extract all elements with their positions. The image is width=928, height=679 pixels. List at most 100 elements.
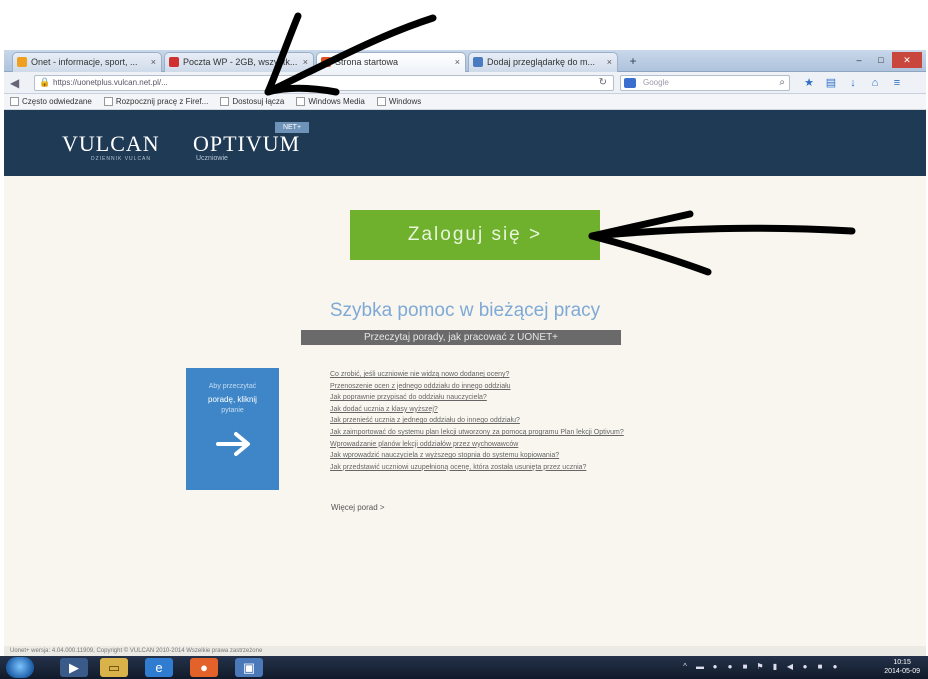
onet-favicon-icon <box>17 57 27 67</box>
minimize-icon[interactable]: – <box>848 52 870 68</box>
tray-flag-icon[interactable]: ⚑ <box>755 661 765 673</box>
firefox-favicon-icon <box>321 57 331 67</box>
maximize-icon[interactable]: □ <box>870 52 892 68</box>
help-link[interactable]: Jak zaimportować do systemu plan lekcji … <box>330 427 624 439</box>
lock-icon: 🔒 <box>39 77 51 87</box>
window-app-icon[interactable]: ▣ <box>235 658 263 677</box>
close-tab-icon[interactable]: × <box>303 53 308 71</box>
tray-app-icon[interactable]: ■ <box>740 661 750 673</box>
tray-app-icon[interactable]: ● <box>725 661 735 673</box>
optivum-badge: NET+ <box>275 122 309 133</box>
internet-explorer-icon[interactable]: e <box>145 658 173 677</box>
bookmark-label: Windows Media <box>308 96 365 106</box>
window-controls: – □ ✕ <box>848 52 922 68</box>
bookmark-label: Często odwiedzane <box>22 96 92 106</box>
tray-volume-icon[interactable]: ◀ <box>785 661 795 673</box>
tab-onet[interactable]: Onet - informacje, sport, ... × <box>12 52 162 72</box>
search-icon[interactable]: ⌕ <box>779 77 785 88</box>
vulcan-logo[interactable]: VULCAN <box>62 131 160 157</box>
help-link[interactable]: Jak przenieść ucznia z jednego oddziału … <box>330 415 624 427</box>
browser-nav-bar: ◀ 🔒 https://uonetplus.vulcan.net.pl/... … <box>4 72 926 94</box>
vulcan-logo-subtitle: DZIENNIK VULCAN <box>91 156 152 162</box>
windows-taskbar: ▶ ▭ e ● ▣ ^ ▬ ● ● ■ ⚑ ▮ ◀ ● ■ ● 10:15 20… <box>0 656 928 679</box>
bookmark-star-icon[interactable]: ★ <box>802 75 816 91</box>
bookmark-label: Rozpocznij pracę z Firef... <box>115 96 209 106</box>
back-arrow-icon[interactable]: ◀ <box>10 75 26 91</box>
bookmark-item[interactable]: Dostosuj łącza <box>220 94 284 109</box>
bookmark-icon <box>296 97 306 106</box>
tab-label: Onet - informacje, sport, ... <box>31 57 138 67</box>
page-footer: Uonet+ wersja: 4.04.000.11909, Copyright… <box>4 646 926 656</box>
tray-network-icon[interactable]: ▮ <box>770 661 780 673</box>
search-bar[interactable]: Google ⌕ <box>620 75 790 91</box>
firefox-icon[interactable]: ● <box>190 658 218 677</box>
footer-copyright: Uonet+ wersja: 4.04.000.11909, Copyright… <box>10 648 263 654</box>
bookmark-icon <box>103 97 113 106</box>
optivum-logo[interactable]: OPTIVUM <box>193 131 300 157</box>
search-input[interactable]: Google <box>643 78 669 87</box>
tab-poczta-wp[interactable]: Poczta WP - 2GB, wszystk... × <box>164 52 314 72</box>
help-tile[interactable]: Aby przeczytać poradę, kliknij pytanie <box>186 368 279 490</box>
main-content: Zaloguj się > Szybka pomoc w bieżącej pr… <box>4 176 926 646</box>
help-links-list: Co zrobić, jeśli uczniowie nie widzą now… <box>330 369 624 473</box>
help-link[interactable]: Co zrobić, jeśli uczniowie nie widzą now… <box>330 369 624 381</box>
clock-time: 10:15 <box>893 659 911 666</box>
clock-date: 2014-05-09 <box>884 668 920 675</box>
url-text[interactable]: https://uonetplus.vulcan.net.pl/... <box>53 78 168 87</box>
more-tips-link[interactable]: Więcej porad > <box>331 503 385 512</box>
bookmark-item[interactable]: Rozpocznij pracę z Firef... <box>103 94 209 109</box>
reload-icon[interactable]: ↻ <box>599 77 607 88</box>
bookmark-item[interactable]: Windows <box>376 94 421 109</box>
bookmark-icon <box>376 97 386 106</box>
help-tile-text: Aby przeczytać <box>208 383 257 390</box>
tab-label: Poczta WP - 2GB, wszystk... <box>183 57 298 67</box>
help-title: Szybka pomoc w bieżącej pracy <box>329 300 601 321</box>
close-window-icon[interactable]: ✕ <box>892 52 922 68</box>
arrow-right-icon <box>216 432 250 456</box>
help-link[interactable]: Jak wprowadzić nauczyciela z wyższego st… <box>330 450 624 462</box>
tray-app-icon[interactable]: ● <box>830 661 840 673</box>
tray-up-icon[interactable]: ^ <box>680 661 690 673</box>
help-link[interactable]: Jak poprawnie przypisać do oddziału nauc… <box>330 392 624 404</box>
bookmark-label: Dostosuj łącza <box>232 96 285 106</box>
bookmark-icon <box>220 97 230 106</box>
tab-dodaj[interactable]: Dodaj przeglądarkę do m... × <box>468 52 618 72</box>
tray-keyboard-icon[interactable]: ▬ <box>695 661 705 673</box>
close-tab-icon[interactable]: × <box>607 53 612 71</box>
bookmark-item[interactable]: Windows Media <box>296 94 365 109</box>
start-button[interactable] <box>6 657 34 678</box>
close-tab-icon[interactable]: × <box>455 53 460 71</box>
help-tile-text: poradę, kliknij <box>208 395 257 404</box>
bookmark-item[interactable]: Często odwiedzane <box>10 94 92 109</box>
tab-label: Strona startowa <box>335 57 399 67</box>
address-bar[interactable]: 🔒 https://uonetplus.vulcan.net.pl/... ↻ <box>34 75 614 91</box>
browser-tab-bar: Onet - informacje, sport, ... × Poczta W… <box>4 50 926 72</box>
help-tile-text: pytanie <box>221 407 244 414</box>
bookmark-icon <box>10 97 19 106</box>
tray-app-icon[interactable]: ● <box>800 661 810 673</box>
close-tab-icon[interactable]: × <box>151 53 156 71</box>
help-link[interactable]: Wprowadzanie planów lekcji oddziałów prz… <box>330 439 624 451</box>
taskbar-clock[interactable]: 10:15 2014-05-09 <box>884 658 920 676</box>
home-icon[interactable]: ⌂ <box>868 75 882 91</box>
media-player-icon[interactable]: ▶ <box>60 658 88 677</box>
google-engine-icon[interactable] <box>624 78 636 88</box>
help-subtitle: Przeczytaj porady, jak pracować z UONET+ <box>301 330 621 345</box>
photo-margin <box>0 0 928 50</box>
help-link[interactable]: Przenoszenie ocen z jednego oddziału do … <box>330 381 624 393</box>
menu-icon[interactable]: ≡ <box>890 75 904 91</box>
bookmarks-toolbar: Często odwiedzane Rozpocznij pracę z Fir… <box>4 94 926 110</box>
wp-favicon-icon <box>169 57 179 67</box>
page-favicon-icon <box>473 57 483 67</box>
download-icon[interactable]: ↓ <box>846 75 860 91</box>
help-link[interactable]: Jak dodać ucznia z klasy wyższej? <box>330 404 624 416</box>
help-link[interactable]: Jak przedstawić uczniowi uzupełnioną oce… <box>330 462 624 474</box>
site-header: VULCAN DZIENNIK VULCAN OPTIVUM NET+ Uczn… <box>4 110 926 176</box>
login-button[interactable]: Zaloguj się > <box>350 210 600 260</box>
tray-app-icon[interactable]: ■ <box>815 661 825 673</box>
tray-app-icon[interactable]: ● <box>710 661 720 673</box>
bookmarks-menu-icon[interactable]: ▤ <box>824 75 838 91</box>
folder-icon[interactable]: ▭ <box>100 658 128 677</box>
tab-strona-startowa[interactable]: Strona startowa × <box>316 52 466 72</box>
new-tab-button[interactable]: + <box>624 53 642 69</box>
